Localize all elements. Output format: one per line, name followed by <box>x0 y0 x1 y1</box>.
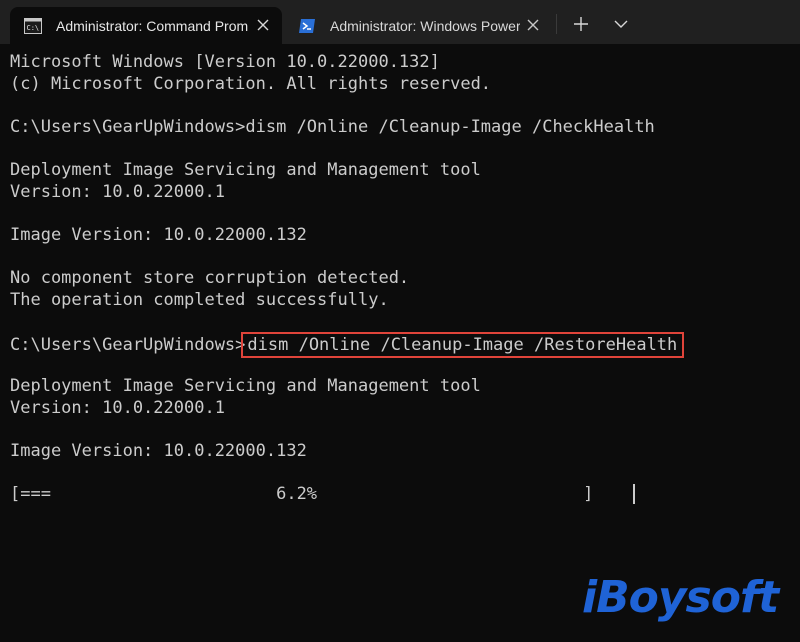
console-line: No component store corruption detected. <box>10 268 410 288</box>
watermark-logo: iBoysoft <box>582 572 779 623</box>
console-line: Image Version: 10.0.22000.132 <box>10 225 307 245</box>
svg-text:C:\: C:\ <box>27 24 40 32</box>
console-prompt: C:\Users\GearUpWindows> <box>10 335 246 355</box>
console-command-line: C:\Users\GearUpWindows> dism /Online /Cle… <box>10 332 685 358</box>
close-icon[interactable] <box>254 16 272 34</box>
console-line: Image Version: 10.0.22000.132 <box>10 441 307 461</box>
new-tab-button[interactable] <box>566 10 596 38</box>
command-prompt-icon: C:\ <box>24 17 42 35</box>
console-line: Deployment Image Servicing and Managemen… <box>10 376 481 396</box>
progress-bar: [=== 6.2% ] <box>10 484 594 504</box>
console-line: C:\Users\GearUpWindows>dism /Online /Cle… <box>10 117 655 137</box>
console-line: Microsoft Windows [Version 10.0.22000.13… <box>10 52 440 72</box>
console-line: Deployment Image Servicing and Managemen… <box>10 160 481 180</box>
console-line: (c) Microsoft Corporation. All rights re… <box>10 74 492 94</box>
chevron-down-icon <box>614 20 628 28</box>
close-icon[interactable] <box>524 16 542 34</box>
console-output[interactable]: Microsoft Windows [Version 10.0.22000.13… <box>10 50 790 630</box>
tab-bar: C:\ Administrator: Command Prompt Admini… <box>0 0 800 44</box>
console-line: Version: 10.0.22000.1 <box>10 398 225 418</box>
tab-powershell[interactable]: Administrator: Windows PowerShell <box>284 7 552 44</box>
console-line: The operation completed successfully. <box>10 290 389 310</box>
highlighted-command: dism /Online /Cleanup-Image /RestoreHeal… <box>241 332 685 358</box>
tab-separator <box>556 14 557 34</box>
powershell-icon <box>298 17 316 35</box>
tab-label: Administrator: Command Prompt <box>56 17 248 34</box>
plus-icon <box>574 17 588 31</box>
console-line: Version: 10.0.22000.1 <box>10 182 225 202</box>
tab-dropdown-button[interactable] <box>606 10 636 38</box>
tab-label: Administrator: Windows PowerShell <box>330 17 520 34</box>
text-cursor <box>633 484 635 504</box>
tab-command-prompt[interactable]: C:\ Administrator: Command Prompt <box>10 7 282 44</box>
